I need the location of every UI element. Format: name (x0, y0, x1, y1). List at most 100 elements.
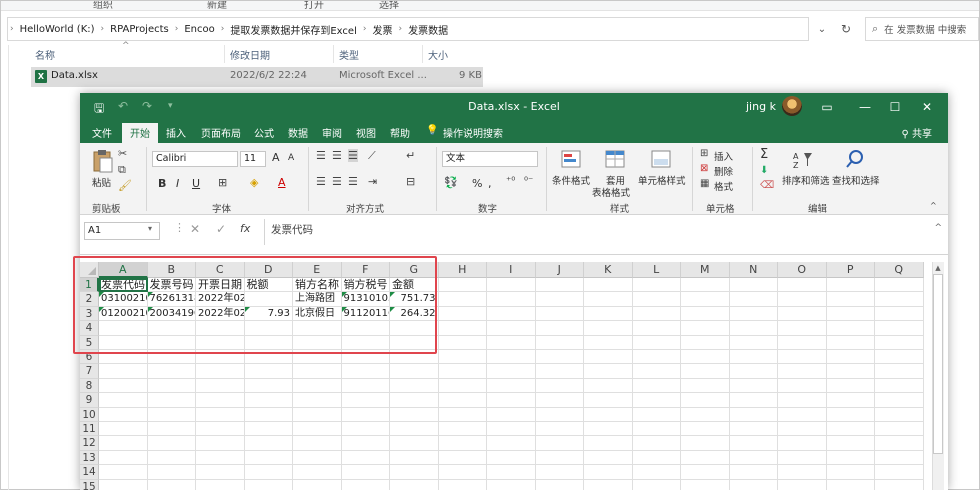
column-header-c[interactable]: C (196, 262, 245, 278)
cell-p14[interactable] (826, 465, 875, 480)
cell-g4[interactable] (390, 321, 439, 336)
cell-o13[interactable] (778, 450, 827, 466)
cell-i11[interactable] (487, 422, 536, 437)
cell-q1[interactable] (875, 278, 924, 293)
bold-button[interactable]: B (158, 177, 166, 190)
column-divider[interactable] (422, 45, 423, 63)
format-table-icon[interactable] (604, 149, 626, 169)
cell-i4[interactable] (487, 321, 536, 336)
cell-o10[interactable] (778, 407, 827, 422)
tab-file[interactable]: 文件 (92, 125, 112, 140)
address-bar[interactable]: › HelloWorld (K:) › RPAProjects › Encoo … (7, 17, 809, 41)
cell-d3[interactable]: 7.93 (244, 306, 293, 322)
font-color-icon[interactable]: A (278, 176, 286, 189)
cell-j3[interactable] (535, 306, 584, 322)
cell-m8[interactable] (681, 378, 730, 394)
cell-o5[interactable] (778, 335, 827, 350)
cell-l2[interactable] (632, 292, 681, 307)
avatar[interactable] (782, 96, 802, 116)
delete-cells-label[interactable]: 删除 (714, 164, 733, 178)
row-header-15[interactable]: 15 (80, 479, 99, 490)
cell-m7[interactable] (681, 364, 730, 379)
cell-o8[interactable] (778, 378, 827, 394)
cell-o2[interactable] (778, 292, 827, 307)
copy-icon[interactable]: ⧉ (118, 163, 126, 177)
cell-d11[interactable] (244, 422, 293, 437)
column-header-n[interactable]: N (729, 262, 778, 278)
column-header-b[interactable]: B (147, 262, 196, 278)
tell-me-search[interactable]: 操作说明搜索 (443, 125, 503, 140)
cell-q9[interactable] (875, 393, 924, 408)
cell-l14[interactable] (632, 465, 681, 480)
cell-q5[interactable] (875, 335, 924, 350)
cell-h3[interactable] (438, 306, 487, 322)
cell-p11[interactable] (826, 422, 875, 437)
cell-b7[interactable] (147, 364, 196, 379)
align-center-icon[interactable]: ☰ (332, 175, 342, 188)
cell-e4[interactable] (293, 321, 342, 336)
cell-l10[interactable] (632, 407, 681, 422)
cell-p1[interactable] (826, 278, 875, 293)
comma-button[interactable]: , (488, 177, 492, 190)
column-header-i[interactable]: I (487, 262, 536, 278)
formula-input[interactable]: 发票代码 (264, 219, 928, 245)
cell-e13[interactable] (293, 450, 342, 466)
cell-a6[interactable] (99, 350, 148, 365)
row-header-4[interactable]: 4 (80, 321, 99, 336)
underline-button[interactable]: U (192, 177, 200, 190)
merge-center-icon[interactable]: ⊟ (406, 175, 415, 188)
percent-button[interactable]: % (472, 177, 482, 190)
cell-n6[interactable] (729, 350, 778, 365)
cell-k9[interactable] (584, 393, 633, 408)
cell-i13[interactable] (487, 450, 536, 466)
cell-l12[interactable] (632, 436, 681, 451)
column-header-j[interactable]: J (535, 262, 584, 278)
cell-k8[interactable] (584, 378, 633, 394)
share-button[interactable]: ⚲ 共享 (901, 125, 932, 140)
cell-a2[interactable]: 03100210( (99, 292, 148, 307)
collapse-ribbon-icon[interactable]: ^ (930, 201, 937, 210)
column-header-m[interactable]: M (681, 262, 730, 278)
insert-cells-label[interactable]: 插入 (714, 149, 733, 163)
cell-h8[interactable] (438, 378, 487, 394)
row-header-6[interactable]: 6 (80, 350, 99, 365)
cell-g6[interactable] (390, 350, 439, 365)
cell-g13[interactable] (390, 450, 439, 466)
align-right-icon[interactable]: ☰ (348, 175, 358, 188)
cell-n5[interactable] (729, 335, 778, 350)
cell-styles-icon[interactable] (650, 149, 672, 169)
fill-color-icon[interactable]: ◈ (250, 176, 258, 189)
conditional-format-icon[interactable] (560, 149, 582, 169)
row-header-14[interactable]: 14 (80, 465, 99, 480)
cell-g8[interactable] (390, 378, 439, 394)
enter-entry-icon[interactable]: ✓ (216, 222, 226, 236)
cell-a12[interactable] (99, 436, 148, 451)
cell-k6[interactable] (584, 350, 633, 365)
cell-e14[interactable] (293, 465, 342, 480)
cell-h6[interactable] (438, 350, 487, 365)
cell-c11[interactable] (196, 422, 245, 437)
cell-n8[interactable] (729, 378, 778, 394)
cell-a13[interactable] (99, 450, 148, 466)
cell-p5[interactable] (826, 335, 875, 350)
cell-a8[interactable] (99, 378, 148, 394)
row-header-13[interactable]: 13 (80, 450, 99, 466)
refresh-icon[interactable]: ↻ (835, 17, 857, 41)
cell-a7[interactable] (99, 364, 148, 379)
cell-f3[interactable]: 91120116 (341, 306, 390, 322)
cell-f9[interactable] (341, 393, 390, 408)
maximize-button[interactable]: ☐ (884, 97, 906, 117)
row-header-3[interactable]: 3 (80, 306, 99, 322)
cell-i3[interactable] (487, 306, 536, 322)
cell-k7[interactable] (584, 364, 633, 379)
cell-l15[interactable] (633, 479, 681, 490)
breadcrumb-project[interactable]: 提取发票数据并保存到Excel (230, 22, 357, 37)
font-name-select[interactable]: Calibri (152, 151, 238, 167)
delete-cells-icon[interactable]: ⊠ (700, 163, 708, 174)
cell-n15[interactable] (730, 479, 778, 490)
cell-m3[interactable] (681, 306, 730, 322)
cell-q3[interactable] (875, 306, 924, 322)
cell-p8[interactable] (826, 378, 875, 394)
column-header-a[interactable]: A (99, 262, 148, 278)
cell-a9[interactable] (99, 393, 148, 408)
